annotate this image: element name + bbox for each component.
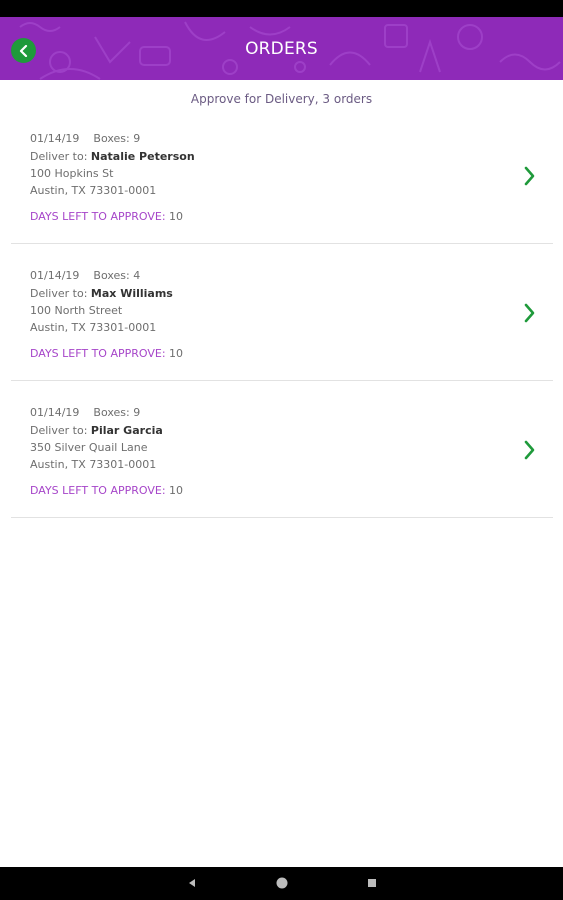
order-boxes: Boxes: 9 (93, 406, 141, 419)
nav-back-button[interactable] (184, 875, 200, 891)
deliver-to: Deliver to: Max Williams (30, 287, 173, 300)
deliver-to: Deliver to: Pilar Garcia (30, 424, 163, 437)
recipient-name: Pilar Garcia (90, 424, 163, 437)
app-header: ORDERS (0, 17, 563, 80)
recipient-name: Max Williams (90, 287, 173, 300)
order-meta: 01/14/19 Boxes: 4 (30, 269, 140, 282)
order-date: 01/14/19 (30, 132, 80, 145)
recipient-name: Natalie Peterson (90, 150, 195, 163)
status-bar (0, 0, 563, 17)
order-date: 01/14/19 (30, 406, 80, 419)
order-row[interactable]: 01/14/19 Boxes: 4 Deliver to: Max Willia… (11, 244, 553, 381)
nav-recents-button[interactable] (364, 875, 380, 891)
street-address: 100 North Street (30, 304, 123, 317)
order-meta: 01/14/19 Boxes: 9 (30, 132, 140, 145)
order-meta: 01/14/19 Boxes: 9 (30, 406, 140, 419)
days-left: DAYS LEFT TO APPROVE: 10 (30, 347, 183, 360)
street-address: 100 Hopkins St (30, 167, 114, 180)
chevron-right-icon[interactable] (523, 302, 537, 324)
days-left-value: 10 (169, 484, 184, 497)
home-circle-icon (276, 877, 288, 889)
days-left-value: 10 (169, 347, 184, 360)
street-address: 350 Silver Quail Lane (30, 441, 148, 454)
deliver-to-label: Deliver to: (30, 424, 88, 437)
days-left-label: DAYS LEFT TO APPROVE: (30, 484, 166, 497)
deliver-to-label: Deliver to: (30, 287, 88, 300)
city-address: Austin, TX 73301-0001 (30, 321, 157, 334)
order-boxes: Boxes: 4 (93, 269, 141, 282)
nav-home-button[interactable] (274, 875, 290, 891)
order-row[interactable]: 01/14/19 Boxes: 9 Deliver to: Natalie Pe… (11, 107, 553, 244)
chevron-right-icon[interactable] (523, 165, 537, 187)
city-address: Austin, TX 73301-0001 (30, 184, 157, 197)
days-left-label: DAYS LEFT TO APPROVE: (30, 210, 166, 223)
city-address: Austin, TX 73301-0001 (30, 458, 157, 471)
days-left: DAYS LEFT TO APPROVE: 10 (30, 210, 183, 223)
days-left-label: DAYS LEFT TO APPROVE: (30, 347, 166, 360)
order-boxes: Boxes: 9 (93, 132, 141, 145)
recents-square-icon (368, 879, 376, 887)
page-title: ORDERS (245, 39, 318, 59)
days-left: DAYS LEFT TO APPROVE: 10 (30, 484, 183, 497)
back-triangle-icon (189, 879, 195, 887)
orders-summary: Approve for Delivery, 3 orders (190, 92, 373, 106)
system-nav-bar (0, 867, 563, 900)
order-date: 01/14/19 (30, 269, 80, 282)
days-left-value: 10 (169, 210, 184, 223)
deliver-to-label: Deliver to: (30, 150, 88, 163)
order-row[interactable]: 01/14/19 Boxes: 9 Deliver to: Pilar Garc… (11, 381, 553, 518)
deliver-to: Deliver to: Natalie Peterson (30, 150, 195, 163)
chevron-right-icon[interactable] (523, 439, 537, 461)
